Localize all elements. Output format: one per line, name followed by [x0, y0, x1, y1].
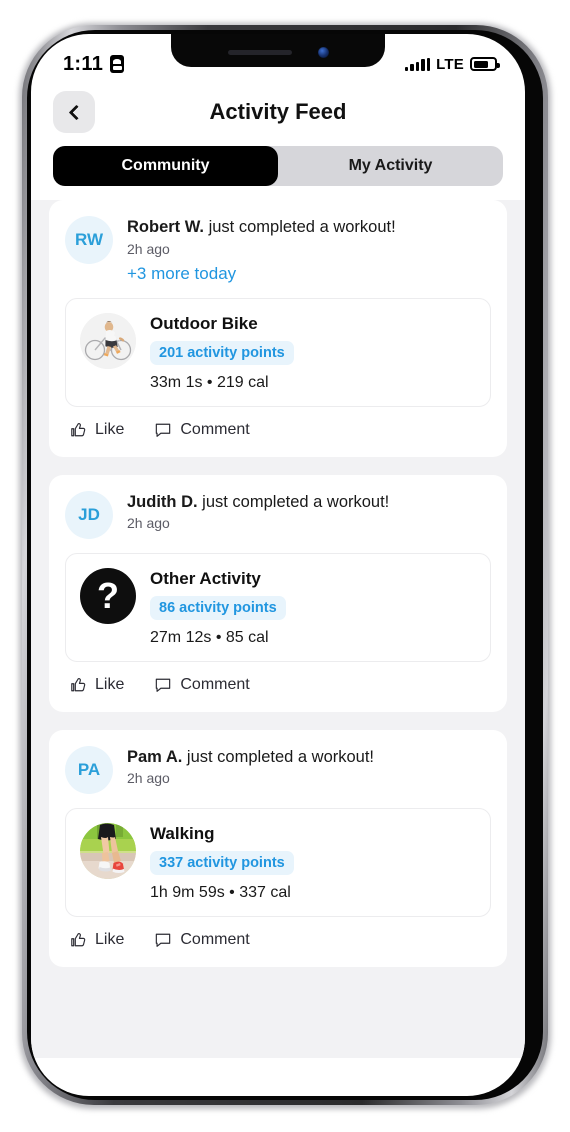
post-timestamp: 2h ago: [127, 240, 170, 257]
comment-bubble-icon: [154, 676, 172, 694]
page-title: Activity Feed: [209, 99, 347, 124]
like-label: Like: [95, 675, 125, 693]
chevron-left-icon: [68, 104, 84, 120]
post-headline: Judith D. just completed a workout!: [127, 492, 389, 513]
post-meta: Robert W. just completed a workout! 2h a…: [127, 216, 396, 284]
network-type-label: LTE: [436, 55, 464, 73]
post-action-text: just completed a workout!: [208, 218, 396, 236]
outdoor-bike-photo: [80, 312, 136, 369]
like-label: Like: [95, 930, 125, 948]
display-notch: [171, 34, 385, 67]
avatar[interactable]: RW: [65, 216, 113, 264]
activity-points-badge: 337 activity points: [150, 850, 294, 875]
segmented-control: Community My Activity: [53, 146, 503, 186]
tab-my-activity[interactable]: My Activity: [278, 146, 503, 186]
front-camera-icon: [317, 47, 329, 58]
phone-screen: 1:11 LTE Activity Feed Community My Acti…: [31, 34, 525, 1096]
like-label: Like: [95, 420, 125, 438]
feed-card[interactable]: RW Robert W. just completed a workout! 2…: [49, 200, 507, 457]
post-actions: Like Comment: [65, 407, 491, 449]
thumbs-up-icon: [69, 421, 87, 439]
signal-bars-icon: [404, 57, 431, 71]
battery-icon: [470, 57, 500, 71]
post-action-text: just completed a workout!: [202, 492, 390, 511]
post-actions: Like Comment: [65, 917, 491, 959]
feed-card[interactable]: PA Pam A. just completed a workout! 2h a…: [49, 729, 507, 967]
comment-label: Comment: [180, 930, 250, 948]
feed-card[interactable]: JD Judith D. just completed a workout! 2…: [49, 474, 507, 712]
workout-summary[interactable]: ? Other Activity 86 activity points 27m …: [65, 552, 491, 662]
avatar[interactable]: JD: [65, 490, 113, 539]
phone-device-frame: 1:11 LTE Activity Feed Community My Acti…: [19, 23, 551, 1109]
post-timestamp: 2h ago: [127, 770, 170, 787]
status-time: 1:11: [63, 52, 104, 75]
workout-stats: 27m 12s • 85 cal: [150, 628, 269, 646]
activity-feed-list[interactable]: RW Robert W. just completed a workout! 2…: [31, 200, 525, 1058]
avatar[interactable]: PA: [65, 745, 113, 794]
comment-button[interactable]: Comment: [154, 675, 250, 694]
app-header: Activity Feed: [31, 84, 525, 140]
activity-points-badge: 201 activity points: [150, 340, 294, 365]
comment-label: Comment: [180, 675, 250, 693]
post-user-name[interactable]: Pam A.: [127, 748, 182, 766]
back-button[interactable]: [53, 91, 95, 133]
post-meta: Judith D. just completed a workout! 2h a…: [127, 491, 389, 532]
tab-bar-container: Community My Activity: [31, 140, 525, 200]
post-header: RW Robert W. just completed a workout! 2…: [65, 216, 491, 284]
workout-stats: 1h 9m 59s • 337 cal: [150, 883, 291, 901]
question-mark-icon: ?: [80, 567, 136, 624]
earpiece-speaker-icon: [227, 50, 292, 55]
like-button[interactable]: Like: [69, 931, 124, 949]
workout-info: Other Activity 86 activity points 27m 12…: [150, 568, 286, 647]
location-services-icon: [110, 55, 125, 73]
post-action-text: just completed a workout!: [186, 747, 375, 766]
workout-info: Walking 337 activity points 1h 9m 59s • …: [150, 823, 294, 902]
status-time-group: 1:11: [63, 52, 125, 76]
tab-community[interactable]: Community: [53, 146, 278, 186]
more-today-link[interactable]: +3 more today: [127, 264, 396, 284]
comment-button[interactable]: Comment: [154, 930, 250, 949]
post-header: JD Judith D. just completed a workout! 2…: [65, 490, 491, 539]
comment-bubble-icon: [154, 931, 172, 949]
status-indicators: LTE: [404, 55, 500, 73]
post-header: PA Pam A. just completed a workout! 2h a…: [65, 745, 491, 794]
post-timestamp: 2h ago: [127, 515, 170, 532]
workout-info: Outdoor Bike 201 activity points 33m 1s …: [150, 313, 294, 392]
comment-bubble-icon: [154, 421, 172, 439]
workout-summary[interactable]: Outdoor Bike 201 activity points 33m 1s …: [65, 297, 491, 407]
post-user-name[interactable]: Robert W.: [127, 218, 204, 236]
like-button[interactable]: Like: [69, 421, 124, 439]
walking-photo: [80, 822, 136, 879]
comment-label: Comment: [180, 420, 250, 438]
post-user-name[interactable]: Judith D.: [127, 493, 198, 511]
post-actions: Like Comment: [65, 662, 491, 704]
activity-points-badge: 86 activity points: [150, 595, 286, 620]
workout-stats: 33m 1s • 219 cal: [150, 373, 269, 391]
workout-name: Outdoor Bike: [150, 313, 258, 333]
comment-button[interactable]: Comment: [154, 420, 250, 439]
workout-name: Other Activity: [150, 568, 261, 588]
thumbs-up-icon: [69, 676, 87, 694]
workout-name: Walking: [150, 823, 215, 843]
like-button[interactable]: Like: [69, 676, 124, 694]
post-headline: Pam A. just completed a workout!: [127, 747, 374, 768]
workout-summary[interactable]: Walking 337 activity points 1h 9m 59s • …: [65, 807, 491, 917]
post-headline: Robert W. just completed a workout!: [127, 217, 396, 238]
thumbs-up-icon: [69, 931, 87, 949]
post-meta: Pam A. just completed a workout! 2h ago: [127, 746, 374, 787]
